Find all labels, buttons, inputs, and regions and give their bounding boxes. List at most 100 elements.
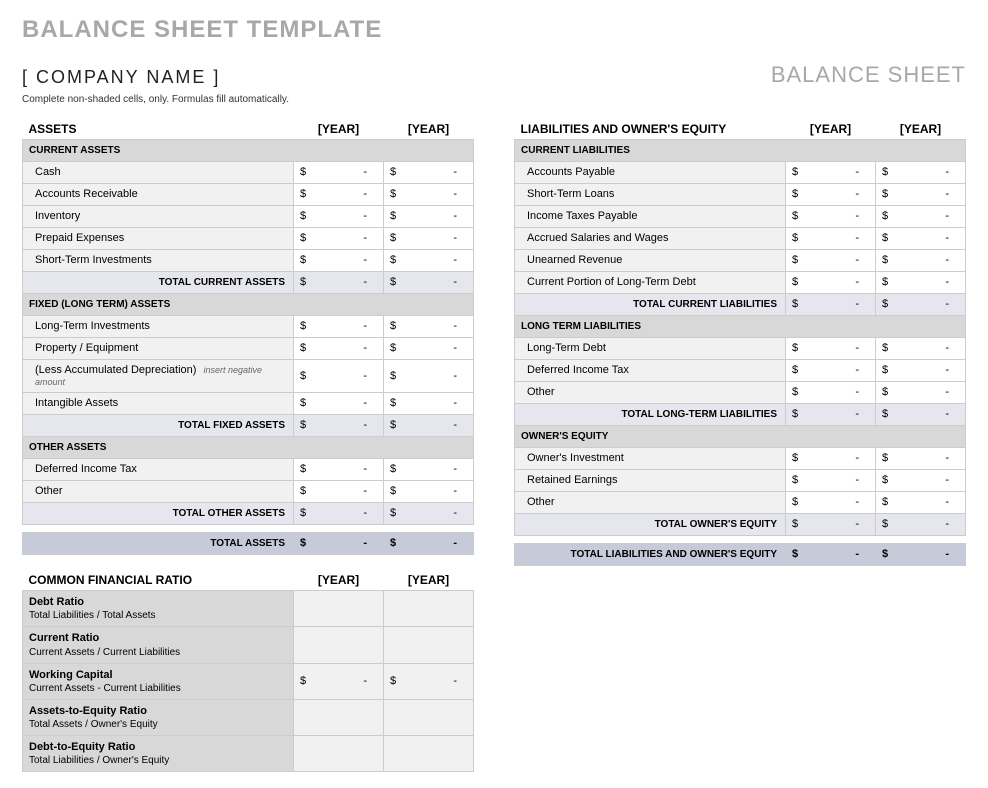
line-item-label: Short-Term Loans [515,183,786,205]
year-header[interactable]: [YEAR] [384,569,474,591]
value-y1[interactable]: $- [294,183,384,205]
value-y1[interactable]: $- [294,392,384,414]
line-item-label: Other [515,491,786,513]
value-y1[interactable]: $- [294,249,384,271]
value-y1[interactable]: $- [294,315,384,337]
value-y1[interactable]: $- [294,205,384,227]
line-item-label: Accounts Payable [515,161,786,183]
value-y1[interactable]: $- [786,447,876,469]
line-item-label: Deferred Income Tax [23,458,294,480]
ratio-label: Current RatioCurrent Assets / Current Li… [23,627,294,663]
liabilities-table: LIABILITIES AND OWNER'S EQUITY [YEAR] [Y… [514,117,966,566]
line-item-label: Prepaid Expenses [23,227,294,249]
value-y2[interactable]: $- [876,205,966,227]
value-y1[interactable]: $- [294,337,384,359]
total-longterm-liabilities-label: TOTAL LONG-TERM LIABILITIES [515,403,786,425]
total-liabilities-equity-label: TOTAL LIABILITIES AND OWNER'S EQUITY [515,543,786,565]
year-header[interactable]: [YEAR] [786,117,876,139]
value-y2[interactable]: $- [876,161,966,183]
fixed-assets-header: FIXED (LONG TERM) ASSETS [23,293,474,315]
value-y2[interactable]: $- [384,392,474,414]
line-item-label: (Less Accumulated Depreciation) insert n… [23,359,294,392]
value-y2[interactable]: $- [384,458,474,480]
ratio-label: Assets-to-Equity RatioTotal Assets / Own… [23,699,294,735]
total-assets-y1: $- [294,532,384,554]
value-y2[interactable]: $- [876,381,966,403]
value-y2[interactable]: $- [876,227,966,249]
value-y1[interactable]: $- [786,161,876,183]
current-liabilities-header: CURRENT LIABILITIES [515,139,966,161]
value-y2[interactable]: $- [384,227,474,249]
value-y1[interactable]: $- [786,337,876,359]
value-y2[interactable]: $- [384,337,474,359]
year-header[interactable]: [YEAR] [876,117,966,139]
value-y2[interactable]: $- [876,271,966,293]
value-y2[interactable]: $- [384,480,474,502]
value-y2[interactable]: $- [384,205,474,227]
ratio-value-y1 [294,699,384,735]
value-y1[interactable]: $- [786,491,876,513]
value-y1[interactable]: $- [294,227,384,249]
value-y1[interactable]: $- [786,271,876,293]
value-y1[interactable]: $- [294,161,384,183]
total-current-liabilities-y1: $- [786,293,876,315]
value-y1[interactable]: $- [294,480,384,502]
value-y1[interactable]: $- [294,458,384,480]
total-assets-label: TOTAL ASSETS [23,532,294,554]
ratio-label: Debt-to-Equity RatioTotal Liabilities / … [23,736,294,772]
total-other-assets-y2: $- [384,502,474,524]
line-item-label: Other [515,381,786,403]
value-y2[interactable]: $- [876,359,966,381]
value-y1[interactable]: $- [786,205,876,227]
year-header[interactable]: [YEAR] [294,117,384,139]
assets-header: ASSETS [23,117,294,139]
value-y1[interactable]: $- [786,381,876,403]
ratio-value-y2 [384,627,474,663]
total-fixed-assets-y1: $- [294,414,384,436]
value-y2[interactable]: $- [876,183,966,205]
total-assets-y2: $- [384,532,474,554]
total-current-liabilities-y2: $- [876,293,966,315]
value-y2[interactable]: $- [384,315,474,337]
value-y1[interactable]: $- [786,359,876,381]
total-other-assets-label: TOTAL OTHER ASSETS [23,502,294,524]
value-y1[interactable]: $- [294,359,384,392]
owners-equity-header: OWNER'S EQUITY [515,425,966,447]
line-item-label: Retained Earnings [515,469,786,491]
value-y2[interactable]: $- [384,183,474,205]
line-item-label: Cash [23,161,294,183]
current-assets-header: CURRENT ASSETS [23,139,474,161]
value-y2[interactable]: $- [876,249,966,271]
longterm-liabilities-header: LONG TERM LIABILITIES [515,315,966,337]
line-item-label: Accrued Salaries and Wages [515,227,786,249]
instructions-text: Complete non-shaded cells, only. Formula… [22,94,966,105]
line-item-label: Unearned Revenue [515,249,786,271]
value-y2[interactable]: $- [384,249,474,271]
total-current-assets-label: TOTAL CURRENT ASSETS [23,271,294,293]
liabilities-header: LIABILITIES AND OWNER'S EQUITY [515,117,786,139]
ratios-table: COMMON FINANCIAL RATIO [YEAR] [YEAR] Deb… [22,569,474,773]
ratio-value-y1 [294,736,384,772]
value-y2[interactable]: $- [384,359,474,392]
value-y2[interactable]: $- [384,161,474,183]
total-longterm-liabilities-y2: $- [876,403,966,425]
total-fixed-assets-label: TOTAL FIXED ASSETS [23,414,294,436]
ratio-value-y1 [294,591,384,627]
value-y2[interactable]: $- [876,469,966,491]
line-item-label: Accounts Receivable [23,183,294,205]
other-assets-header: OTHER ASSETS [23,436,474,458]
year-header[interactable]: [YEAR] [384,117,474,139]
value-y2[interactable]: $- [876,491,966,513]
value-y1[interactable]: $- [786,249,876,271]
page-title: BALANCE SHEET TEMPLATE [22,16,966,44]
line-item-label: Other [23,480,294,502]
value-y1[interactable]: $- [786,183,876,205]
value-y2[interactable]: $- [876,447,966,469]
company-name[interactable]: [ COMPANY NAME ] [22,67,220,88]
value-y1[interactable]: $- [786,469,876,491]
value-y1[interactable]: $- [786,227,876,249]
line-item-label: Long-Term Investments [23,315,294,337]
ratios-header: COMMON FINANCIAL RATIO [23,569,294,591]
year-header[interactable]: [YEAR] [294,569,384,591]
value-y2[interactable]: $- [876,337,966,359]
